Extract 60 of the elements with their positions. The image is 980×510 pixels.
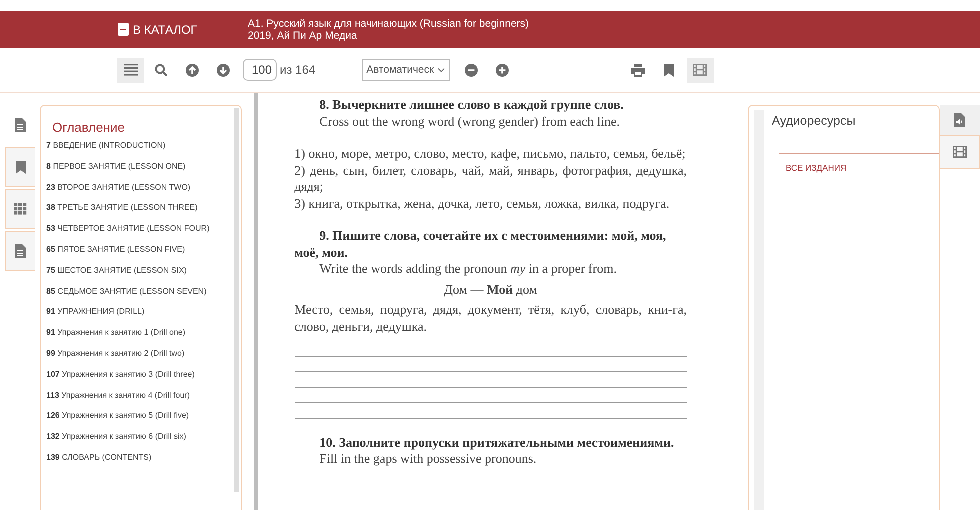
arrow-down-icon — [217, 64, 230, 76]
grid-icon — [14, 203, 27, 215]
example-text: Дом — Мой дом — [443, 282, 538, 298]
sidebar-tab[interactable] — [5, 189, 35, 229]
contents-item[interactable]: 65 ПЯТОЕ ЗАНЯТИЕ (LESSON FIVE) — [46, 244, 234, 255]
chevron-down-icon — [438, 68, 445, 72]
exercise-text: 3) книга, открытка, жена, дочка, лето, семья, ложка, вилка, подруга. — [294, 196, 671, 212]
book-title: А1. Русский язык для начинающих (Russian for beginners) — [248, 18, 530, 30]
zoom-out-icon — [464, 64, 478, 76]
exercise-text: 2) день, сын, билет, словарь, чай, май, январь, фотография, дедушка, дядя; — [294, 162, 687, 196]
contents-item[interactable]: 139 СЛОВАРЬ (CONTENTS) — [46, 452, 234, 463]
contents-item[interactable]: 75 ШЕСТОЕ ЗАНЯТИЕ (LESSON SIX) — [46, 266, 234, 276]
exercise-text: Место, семья, подруга, дядя, документ, тётя, клуб, словарь, кни-га, слово, деньги, дедушка. — [294, 302, 687, 335]
contents-item[interactable]: 23 ВТОРОЕ ЗАНЯТИЕ (LESSON TWO) — [46, 182, 234, 193]
contents-item[interactable]: 53 ЧЕТВЕРТОЕ ЗАНЯТИЕ (LESSON FOUR) — [46, 224, 234, 234]
sidebar-tab[interactable] — [5, 147, 35, 187]
contents-item[interactable]: 85 СЕДЬМОЕ ЗАНЯТИЕ (LESSON SEVEN) — [46, 286, 234, 297]
contents-item[interactable]: 7 ВВЕДЕНИЕ (INTRODUCTION) — [46, 141, 234, 151]
all-editions-link[interactable]: ВСЕ ИЗДАНИЯ — [786, 163, 847, 173]
exercise-heading: 10. Заполните пропуски притяжательными местоимениями. — [318, 434, 676, 451]
page-number-field[interactable]: 100 — [243, 59, 277, 81]
document-icon — [15, 118, 26, 132]
film-button[interactable] — [686, 58, 714, 82]
sidebar-tab[interactable] — [5, 231, 35, 271]
contents-item[interactable]: 113 Упражнения к занятию 4 (Drill four) — [46, 390, 234, 401]
zoom-dropdown[interactable]: Автоматическ — [362, 59, 450, 81]
sidebar-tab[interactable] — [940, 105, 980, 135]
contents-item[interactable]: 107 Упражнения к занятию 3 (Drill three) — [46, 370, 234, 380]
film-icon — [952, 146, 966, 158]
toc-button[interactable] — [117, 58, 144, 82]
exercise-text: 1) окно, море, метро, слово, место, кафе, письмо, пальто, семья, бельё; — [294, 146, 687, 162]
bookmark-icon — [664, 64, 674, 76]
zoom-in-icon — [496, 64, 509, 76]
scrollbar[interactable] — [234, 108, 239, 492]
exercise-instruction: Fill in the gaps with possessive pronouns. — [318, 451, 538, 468]
sidebar-tab[interactable] — [940, 135, 980, 169]
page-total: из 164 — [280, 63, 316, 77]
exercise-instruction: Write the words adding the pronoun my in a proper from. — [318, 261, 618, 278]
print-icon — [631, 64, 646, 76]
contents-item[interactable]: 38 ТРЕТЬЕ ЗАНЯТИЕ (LESSON THREE) — [46, 203, 234, 214]
contents-item[interactable]: 91 УПРАЖНЕНИЯ (DRILL) — [46, 307, 234, 318]
arrow-up-icon — [186, 64, 199, 76]
search-icon — [155, 64, 168, 76]
audio-file-icon — [954, 113, 965, 127]
contents-item[interactable]: 8 ПЕРВОЕ ЗАНЯТИЕ (LESSON ONE) — [46, 162, 234, 172]
panel-title: Оглавление — [52, 120, 126, 135]
panel-title: Аудиоресурсы — [772, 114, 857, 128]
exercise-heading: 9. Пишите слова, сочетайте их с местоимениями: мой, моя, моё, мои. — [294, 228, 668, 261]
catalog-button[interactable]: В КАТАЛОГ — [118, 22, 228, 36]
film-icon — [693, 64, 708, 76]
contents-item[interactable]: 91 Упражнения к занятию 1 (Drill one) — [46, 328, 234, 338]
bookmark-icon — [16, 160, 26, 174]
document-icon — [15, 244, 26, 258]
contents-item[interactable]: 126 Упражнения к занятию 5 (Drill five) — [46, 411, 234, 422]
list-icon — [124, 64, 138, 76]
contents-item[interactable]: 132 Упражнения к занятию 6 (Drill six) — [46, 432, 234, 442]
contents-item[interactable]: 99 Упражнения к занятию 2 (Drill two) — [46, 348, 234, 359]
exercise-instruction: Cross out the wrong word (wrong gender) from each line. — [318, 114, 621, 130]
exercise-heading: 8. Вычеркните лишнее слово в каждой группе слов. — [318, 97, 625, 114]
book-meta: 2019, Ай Пи Ар Медиа — [248, 30, 358, 42]
